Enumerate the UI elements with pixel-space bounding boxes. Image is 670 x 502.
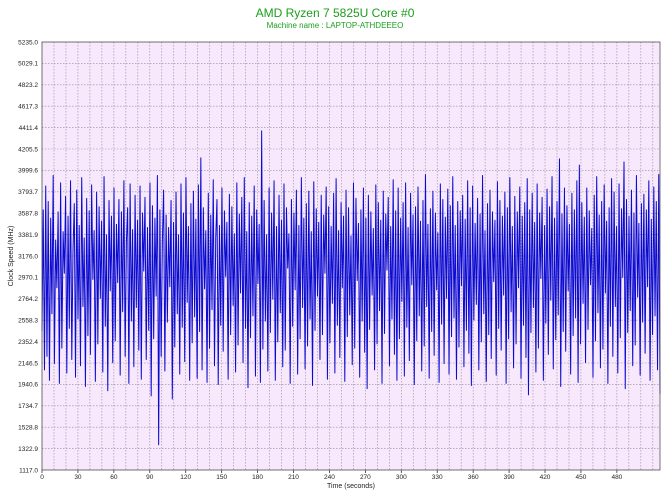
y-tick-label: 4411.4 xyxy=(19,125,39,132)
x-tick-label: 90 xyxy=(146,474,154,481)
x-tick-label: 120 xyxy=(180,474,191,481)
y-tick-label: 3381.9 xyxy=(18,232,38,239)
x-tick-label: 330 xyxy=(432,474,443,481)
y-tick-label: 2352.4 xyxy=(18,339,38,346)
y-tick-label: 3176.0 xyxy=(18,253,38,260)
y-tick-label: 4823.2 xyxy=(18,82,38,89)
x-tick-label: 180 xyxy=(252,474,263,481)
y-tick-label: 3999.6 xyxy=(18,168,38,175)
y-tick-label: 1117.0 xyxy=(19,467,38,474)
y-tick-label: 4205.5 xyxy=(18,146,38,153)
x-tick-label: 60 xyxy=(110,474,118,481)
y-tick-label: 2970.1 xyxy=(18,275,38,282)
x-tick-label: 210 xyxy=(288,474,299,481)
x-tick-label: 480 xyxy=(611,474,622,481)
y-tick-label: 3793.7 xyxy=(18,189,38,196)
y-tick-label: 1940.6 xyxy=(18,382,38,389)
y-tick-label: 2558.3 xyxy=(18,318,38,325)
x-tick-label: 300 xyxy=(396,474,407,481)
x-tick-label: 30 xyxy=(74,474,82,481)
x-axis-label: Time (seconds) xyxy=(327,483,375,490)
x-tick-label: 270 xyxy=(360,474,371,481)
y-axis-ticks: 1117.0 1322.9 1528.8 1734.7 1940.6 2146.5 2352… xyxy=(18,39,38,474)
y-tick-label: 1322.9 xyxy=(18,446,38,453)
x-tick-label: 240 xyxy=(324,474,335,481)
y-axis-label: Clock Speed (MHz) xyxy=(8,226,15,287)
y-tick-label: 1734.7 xyxy=(18,403,38,410)
x-tick-label: 420 xyxy=(540,474,551,481)
y-tick-label: 5029.1 xyxy=(18,61,38,68)
x-tick-label: 360 xyxy=(468,474,479,481)
x-tick-label: 390 xyxy=(504,474,515,481)
chart-svg: 1117.0 1322.9 1528.8 1734.7 1940.6 2146.5 2352… xyxy=(8,39,661,490)
y-tick-label: 5235.0 xyxy=(18,39,38,46)
y-tick-label: 4617.3 xyxy=(18,104,38,111)
y-tick-label: 2764.2 xyxy=(18,296,38,303)
x-tick-label: 150 xyxy=(216,474,227,481)
y-tick-label: 2146.5 xyxy=(18,360,38,367)
y-tick-label: 1528.8 xyxy=(18,425,38,432)
x-tick-label: 450 xyxy=(576,474,587,481)
x-axis-ticks: 0 30 60 90 120 150 180 210 240 270 300 330 360 390 420… xyxy=(40,470,623,481)
y-tick-label: 3587.8 xyxy=(18,211,38,218)
x-tick-label: 0 xyxy=(40,474,44,481)
